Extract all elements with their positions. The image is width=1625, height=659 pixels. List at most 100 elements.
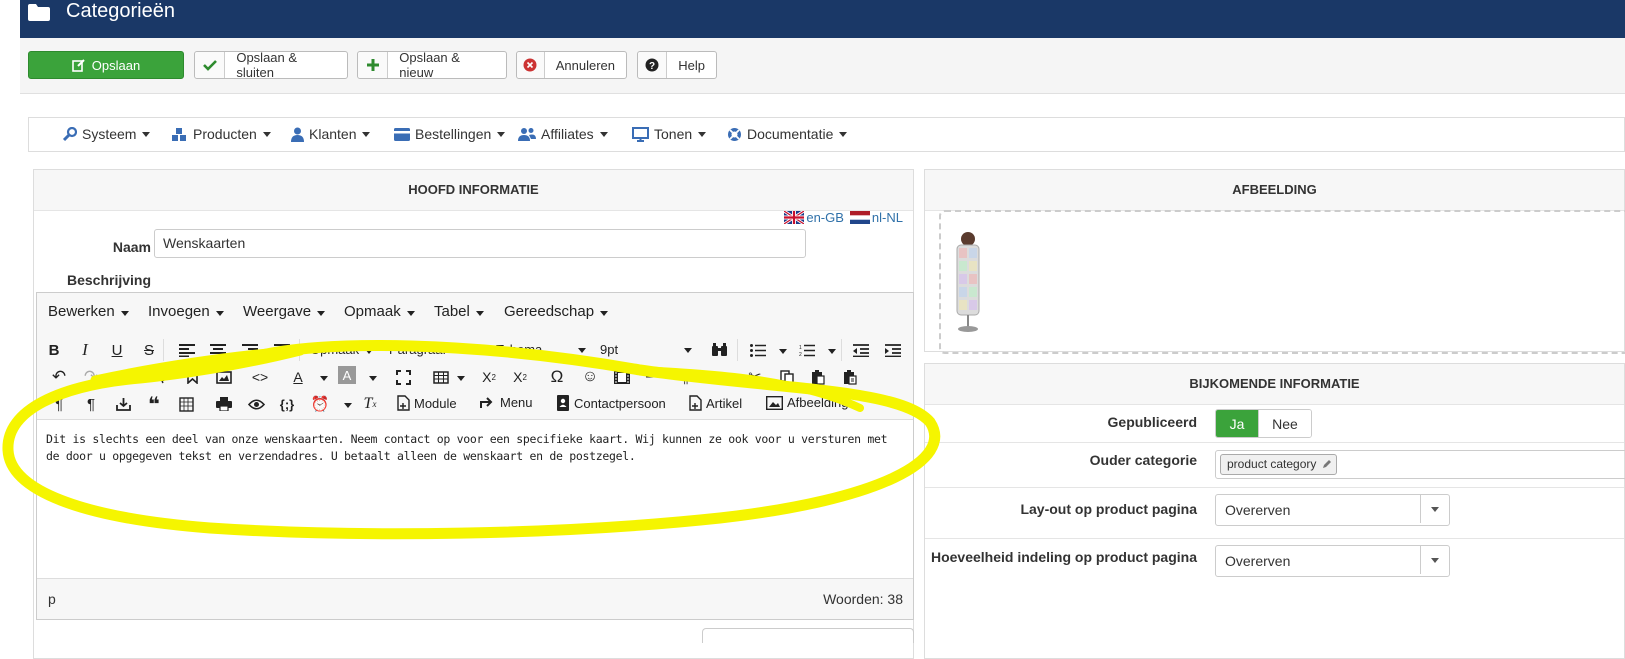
editor-content[interactable]: Dit is slechts een deel van onze wenskaa… xyxy=(37,419,913,579)
help-button[interactable]: ? Help xyxy=(637,51,717,79)
size-dropdown[interactable]: 9pt xyxy=(600,342,692,357)
code-icon[interactable]: <> xyxy=(249,366,271,388)
editor-menu-tools[interactable]: Gereedschap xyxy=(504,303,609,320)
paste-icon[interactable] xyxy=(807,366,829,388)
print-icon[interactable] xyxy=(213,393,235,415)
horizontal-rule-icon[interactable] xyxy=(643,366,665,388)
nav-item-tonen[interactable]: Tonen xyxy=(632,126,707,142)
editor-menu-table[interactable]: Tabel xyxy=(434,303,484,320)
paste-text-icon[interactable] xyxy=(839,366,861,388)
save-new-button[interactable]: Opslaan & nieuw xyxy=(357,50,507,80)
nav-item-systeem[interactable]: Systeem xyxy=(62,126,151,142)
preview-icon[interactable] xyxy=(245,393,267,415)
clear-formatting-icon[interactable]: Tx xyxy=(359,393,381,415)
indent-icon[interactable] xyxy=(882,339,904,361)
nav-item-bestellingen[interactable]: Bestellingen xyxy=(394,126,506,142)
text-color-icon[interactable]: A xyxy=(287,366,309,388)
align-justify-icon[interactable] xyxy=(271,339,293,361)
parent-category-row: Ouder categorie product category xyxy=(925,442,1625,488)
align-left-icon[interactable] xyxy=(176,339,198,361)
cut-icon[interactable]: ✂ xyxy=(744,366,766,388)
published-no-button[interactable]: Nee xyxy=(1258,410,1311,437)
save-close-button[interactable]: Opslaan & sluiten xyxy=(194,50,348,80)
name-input[interactable]: Wenskaarten xyxy=(154,229,806,258)
clock-caret-icon[interactable] xyxy=(344,403,352,408)
copy-icon[interactable] xyxy=(776,366,798,388)
parent-category-tag[interactable]: product category xyxy=(1220,454,1338,475)
italic-icon[interactable]: I xyxy=(74,339,96,361)
blockquote-icon[interactable]: ❝ xyxy=(143,393,165,416)
module-button[interactable]: Module xyxy=(397,395,457,411)
editor-menu-view[interactable]: Weergave xyxy=(243,303,326,320)
table-icon[interactable] xyxy=(430,366,452,388)
editor-menu-format[interactable]: Opmaak xyxy=(344,303,415,320)
fullscreen-icon[interactable] xyxy=(392,366,414,388)
unlink-icon[interactable] xyxy=(149,366,171,388)
strikethrough-icon[interactable]: S xyxy=(138,339,160,361)
image-button[interactable]: Afbeelding xyxy=(766,395,848,410)
lang-nl-label: nl-NL xyxy=(871,210,903,225)
bookmark-icon[interactable] xyxy=(181,366,203,388)
redo-icon[interactable]: ↷ xyxy=(80,366,102,388)
special-char-icon[interactable]: Ω xyxy=(546,366,568,388)
bullet-list-icon[interactable] xyxy=(747,339,769,361)
contact-button[interactable]: Contactpersoon xyxy=(556,395,666,411)
subscript-icon[interactable]: X2 xyxy=(478,366,500,388)
published-yes-button[interactable]: Ja xyxy=(1216,410,1258,437)
editor-menu-edit[interactable]: Bewerken xyxy=(48,303,129,320)
media-icon[interactable] xyxy=(611,366,633,388)
nav-item-producten[interactable]: Producten xyxy=(171,126,271,142)
bottom-button-edge[interactable] xyxy=(702,628,914,643)
emoticon-icon[interactable]: ☺ xyxy=(579,366,601,388)
format-value: Opmaak xyxy=(310,342,360,357)
nav-item-klanten[interactable]: Klanten xyxy=(291,126,371,142)
numbered-list-caret-icon[interactable] xyxy=(828,349,836,354)
bullet-list-caret-icon[interactable] xyxy=(779,349,787,354)
chevron-down-icon xyxy=(1420,546,1449,574)
numbered-list-icon[interactable]: 12 xyxy=(796,339,818,361)
lang-en-link[interactable]: en-GB xyxy=(784,210,844,225)
pencil-icon[interactable] xyxy=(1322,459,1332,469)
background-color-caret-icon[interactable] xyxy=(369,376,377,381)
menu-button[interactable]: Menu xyxy=(480,395,533,410)
align-right-icon[interactable] xyxy=(239,339,261,361)
align-center-icon[interactable] xyxy=(207,339,229,361)
superscript-icon[interactable]: X2 xyxy=(509,366,531,388)
underline-icon[interactable]: U xyxy=(106,339,128,361)
link-icon[interactable] xyxy=(117,366,139,388)
table-caret-icon[interactable] xyxy=(457,376,465,381)
background-color-icon[interactable]: A xyxy=(338,366,356,384)
nav-item-affiliates[interactable]: Affiliates xyxy=(518,126,608,142)
cancel-button[interactable]: Annuleren xyxy=(516,51,627,79)
text-color-caret-icon[interactable] xyxy=(320,376,328,381)
image-icon[interactable] xyxy=(213,366,235,388)
show-blocks-icon[interactable]: ¶ xyxy=(80,393,102,415)
menu-label: Opmaak xyxy=(344,303,401,320)
binoculars-icon[interactable] xyxy=(708,339,730,361)
paragraph-icon[interactable]: ¶ xyxy=(48,393,70,415)
ltr-icon[interactable]: ¶ xyxy=(674,366,696,388)
quantity-select[interactable]: Overerven xyxy=(1215,545,1450,577)
parent-category-input[interactable]: product category xyxy=(1215,450,1625,479)
editor-menu-insert[interactable]: Invoegen xyxy=(148,303,224,320)
outdent-icon[interactable] xyxy=(850,339,872,361)
bold-icon[interactable]: B xyxy=(43,339,65,361)
card-rack-thumbnail[interactable] xyxy=(952,230,984,334)
image-dropzone[interactable] xyxy=(939,210,1625,354)
element-path[interactable]: p xyxy=(48,591,56,607)
clock-icon[interactable]: ⏰ xyxy=(309,393,331,415)
insert-icon[interactable] xyxy=(112,393,134,415)
rtl-icon[interactable]: ¶ xyxy=(706,366,728,388)
format-dropdown[interactable]: Opmaak xyxy=(310,342,374,357)
font-dropdown[interactable]: Tahoma xyxy=(496,342,586,357)
lang-nl-link[interactable]: nl-NL xyxy=(849,210,903,225)
template-icon[interactable] xyxy=(175,393,197,415)
layout-select[interactable]: Overerven xyxy=(1215,494,1450,526)
block-dropdown[interactable]: Paragraaf xyxy=(389,342,481,357)
undo-icon[interactable]: ↶ xyxy=(48,366,70,388)
article-button[interactable]: Artikel xyxy=(689,395,742,411)
source-code-icon[interactable]: {;} xyxy=(276,393,298,415)
user-icon xyxy=(291,127,304,142)
save-button[interactable]: Opslaan xyxy=(28,51,184,79)
nav-item-documentatie[interactable]: Documentatie xyxy=(727,126,848,142)
